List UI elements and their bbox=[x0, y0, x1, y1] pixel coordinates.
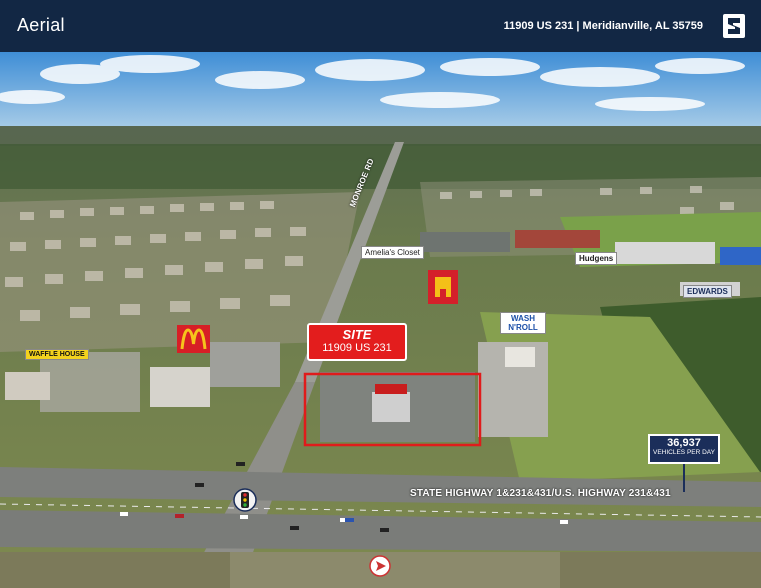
property-address: 11909 US 231 | Meridianville, AL 35759 bbox=[503, 20, 703, 32]
waffle-house-sign: WAFFLE HOUSE bbox=[25, 349, 89, 360]
hudgens-sign: Hudgens bbox=[575, 252, 618, 265]
traffic-unit: VEHICLES PER DAY bbox=[652, 449, 715, 456]
aerial-photo bbox=[0, 52, 761, 588]
amelias-closet-sign: Amelia's Closet bbox=[361, 246, 424, 259]
highway-label: STATE HIGHWAY 1&231&431/U.S. HIGHWAY 231… bbox=[410, 488, 671, 499]
site-address: 11909 US 231 bbox=[322, 342, 392, 354]
site-callout: SITE 11909 US 231 bbox=[307, 323, 407, 361]
brand-logo-icon bbox=[723, 14, 745, 38]
traffic-count-badge: 36,937 VEHICLES PER DAY bbox=[648, 434, 720, 464]
edwards-sign: EDWARDS bbox=[683, 285, 732, 298]
traffic-count: 36,937 bbox=[667, 437, 701, 449]
site-title: SITE bbox=[342, 327, 372, 342]
wash-n-roll-sign: WASH N'ROLL bbox=[500, 312, 546, 334]
header-bar: Aerial 11909 US 231 | Meridianville, AL … bbox=[0, 0, 761, 52]
page-title: Aerial bbox=[17, 15, 65, 35]
